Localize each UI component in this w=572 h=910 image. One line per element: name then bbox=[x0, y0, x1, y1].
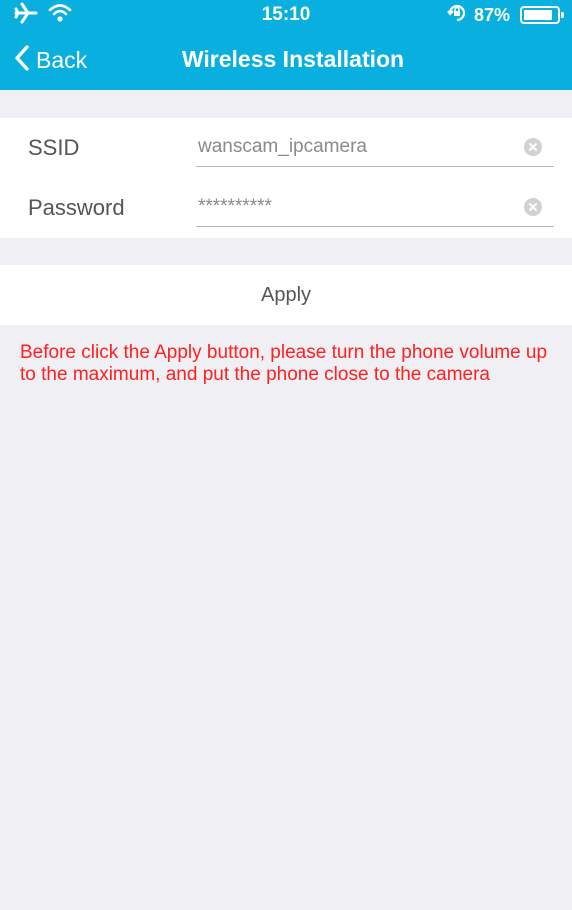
battery-fill bbox=[524, 10, 552, 20]
clear-password-icon[interactable] bbox=[524, 198, 542, 216]
wifi-form: SSID Password bbox=[0, 118, 572, 238]
orientation-lock-icon bbox=[446, 2, 468, 29]
ssid-label: SSID bbox=[28, 135, 80, 160]
battery-percent: 87% bbox=[473, 4, 510, 25]
battery-icon bbox=[520, 6, 564, 24]
wireless-installation-screen: 15:10 87% Back Wireless Installation SSI… bbox=[0, 0, 572, 910]
clear-ssid-icon[interactable] bbox=[524, 138, 542, 156]
password-field bbox=[196, 186, 554, 227]
header: 15:10 87% Back Wireless Installation bbox=[0, 0, 572, 90]
status-right-icons: 87% bbox=[446, 2, 564, 29]
password-label: Password bbox=[28, 195, 125, 220]
password-input[interactable] bbox=[198, 192, 508, 222]
ssid-field bbox=[196, 126, 554, 167]
password-row: Password bbox=[0, 178, 572, 238]
page-title: Wireless Installation bbox=[181, 46, 405, 72]
battery-tip bbox=[561, 12, 564, 18]
status-bar: 15:10 87% bbox=[0, 0, 572, 30]
apply-button[interactable]: Apply bbox=[0, 265, 572, 325]
ssid-row: SSID bbox=[0, 118, 572, 178]
instruction-notice: Before click the Apply button, please tu… bbox=[20, 342, 548, 385]
nav-bar: Back Wireless Installation bbox=[0, 30, 572, 90]
ssid-input[interactable] bbox=[198, 132, 508, 162]
apply-bar: Apply bbox=[0, 265, 572, 325]
